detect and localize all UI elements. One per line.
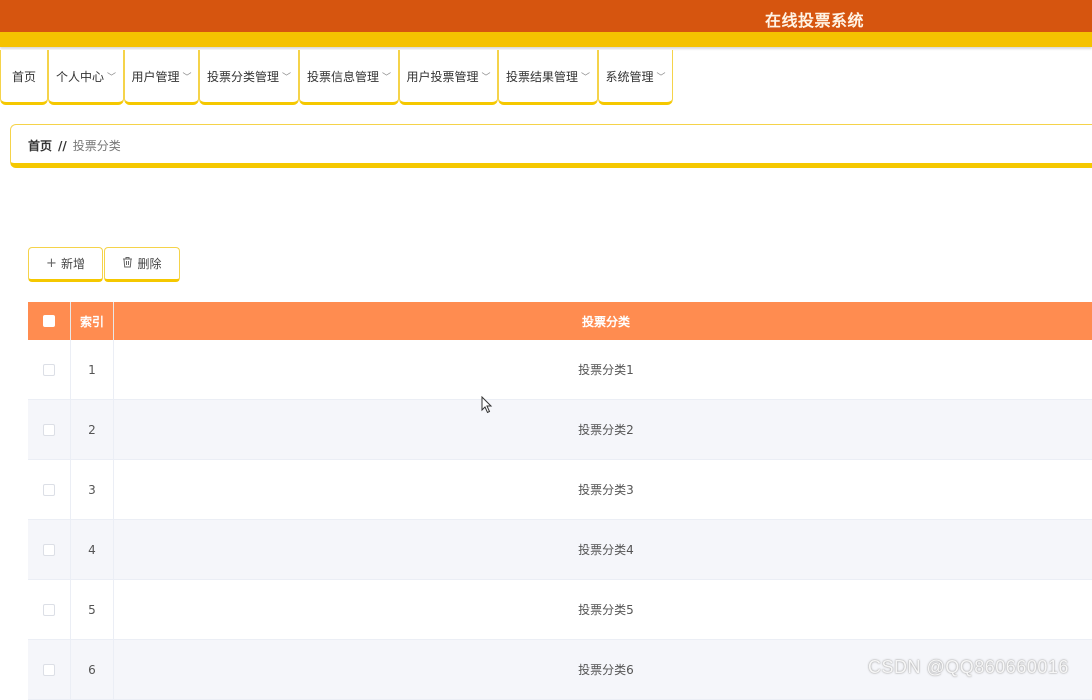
- chevron-down-icon: ﹀: [656, 72, 666, 83]
- nav-item-user-management[interactable]: 用户管理 ﹀: [124, 50, 199, 105]
- row-checkbox[interactable]: [43, 363, 55, 376]
- trash-icon: [122, 256, 133, 272]
- add-button-label: 新增: [60, 257, 85, 271]
- chevron-down-icon: ﹀: [481, 72, 491, 83]
- row-category: 投票分类2: [578, 423, 634, 437]
- nav-item-vote-info-management[interactable]: 投票信息管理 ﹀: [299, 50, 399, 105]
- mouse-cursor-icon: [481, 396, 493, 414]
- chevron-down-icon: ﹀: [282, 72, 292, 83]
- row-checkbox[interactable]: [43, 423, 55, 436]
- table-row[interactable]: 1 投票分类1: [28, 340, 1092, 400]
- table-row[interactable]: 2 投票分类2: [28, 400, 1092, 460]
- breadcrumb: 首页 // 投票分类: [28, 137, 121, 154]
- nav-item-home[interactable]: 首页: [0, 50, 48, 105]
- chevron-down-icon: ﹀: [581, 72, 591, 83]
- row-category: 投票分类3: [578, 483, 634, 497]
- row-checkbox[interactable]: [43, 663, 55, 676]
- nav-item-user-vote-management[interactable]: 用户投票管理 ﹀: [399, 50, 498, 105]
- header-accent-strip: [0, 32, 1092, 47]
- delete-button-label: 删除: [137, 257, 162, 271]
- nav-label: 个人中心: [55, 69, 104, 84]
- nav-item-personal-center[interactable]: 个人中心 ﹀: [48, 50, 124, 105]
- row-checkbox[interactable]: [43, 543, 55, 556]
- row-index: 5: [71, 580, 114, 639]
- chevron-down-icon: ﹀: [382, 72, 392, 83]
- watermark-text: CSDN @QQ860660016: [868, 657, 1069, 677]
- row-index: 4: [71, 520, 114, 579]
- row-category: 投票分类4: [578, 543, 634, 557]
- table-row[interactable]: 4 投票分类4: [28, 520, 1092, 580]
- row-category: 投票分类1: [578, 363, 634, 377]
- table-row[interactable]: 5 投票分类5: [28, 580, 1092, 640]
- nav-label: 用户投票管理: [406, 69, 479, 84]
- nav-label: 首页: [11, 69, 36, 84]
- row-index: 6: [71, 640, 114, 699]
- nav-item-vote-category-management[interactable]: 投票分类管理 ﹀: [199, 50, 299, 105]
- select-all-checkbox[interactable]: [43, 315, 55, 327]
- breadcrumb-current: 投票分类: [72, 139, 121, 153]
- nav-item-system-management[interactable]: 系统管理 ﹀: [598, 50, 673, 105]
- row-checkbox[interactable]: [43, 603, 55, 616]
- row-index: 3: [71, 460, 114, 519]
- plus-icon: +: [46, 256, 57, 271]
- row-category: 投票分类5: [578, 603, 634, 617]
- nav-label: 投票分类管理: [206, 69, 279, 84]
- nav-label: 投票结果管理: [505, 69, 578, 84]
- breadcrumb-home[interactable]: 首页: [28, 139, 52, 153]
- top-header-bar: 在线投票系统: [0, 0, 1092, 32]
- nav-label: 投票信息管理: [306, 69, 379, 84]
- row-checkbox[interactable]: [43, 483, 55, 496]
- add-button[interactable]: + 新增: [28, 247, 103, 282]
- main-nav: 首页 个人中心 ﹀ 用户管理 ﹀ 投票分类管理 ﹀ 投票信息管理 ﹀ 用户投票管…: [0, 50, 1092, 106]
- chevron-down-icon: ﹀: [107, 72, 117, 83]
- header-index: 索引: [71, 302, 114, 340]
- breadcrumb-bar: 首页 // 投票分类: [10, 124, 1092, 168]
- breadcrumb-separator: //: [58, 139, 67, 153]
- nav-label: 用户管理: [131, 69, 180, 84]
- table-row[interactable]: 3 投票分类3: [28, 460, 1092, 520]
- nav-item-vote-result-management[interactable]: 投票结果管理 ﹀: [498, 50, 598, 105]
- row-index: 2: [71, 400, 114, 459]
- table-header: 索引 投票分类: [28, 302, 1092, 340]
- row-index: 1: [71, 340, 114, 399]
- chevron-down-icon: ﹀: [182, 72, 192, 83]
- nav-label: 系统管理: [605, 69, 654, 84]
- header-category: 投票分类: [581, 314, 630, 329]
- delete-button[interactable]: 删除: [104, 247, 180, 282]
- header-checkbox-cell: [28, 302, 71, 340]
- app-title: 在线投票系统: [765, 11, 865, 30]
